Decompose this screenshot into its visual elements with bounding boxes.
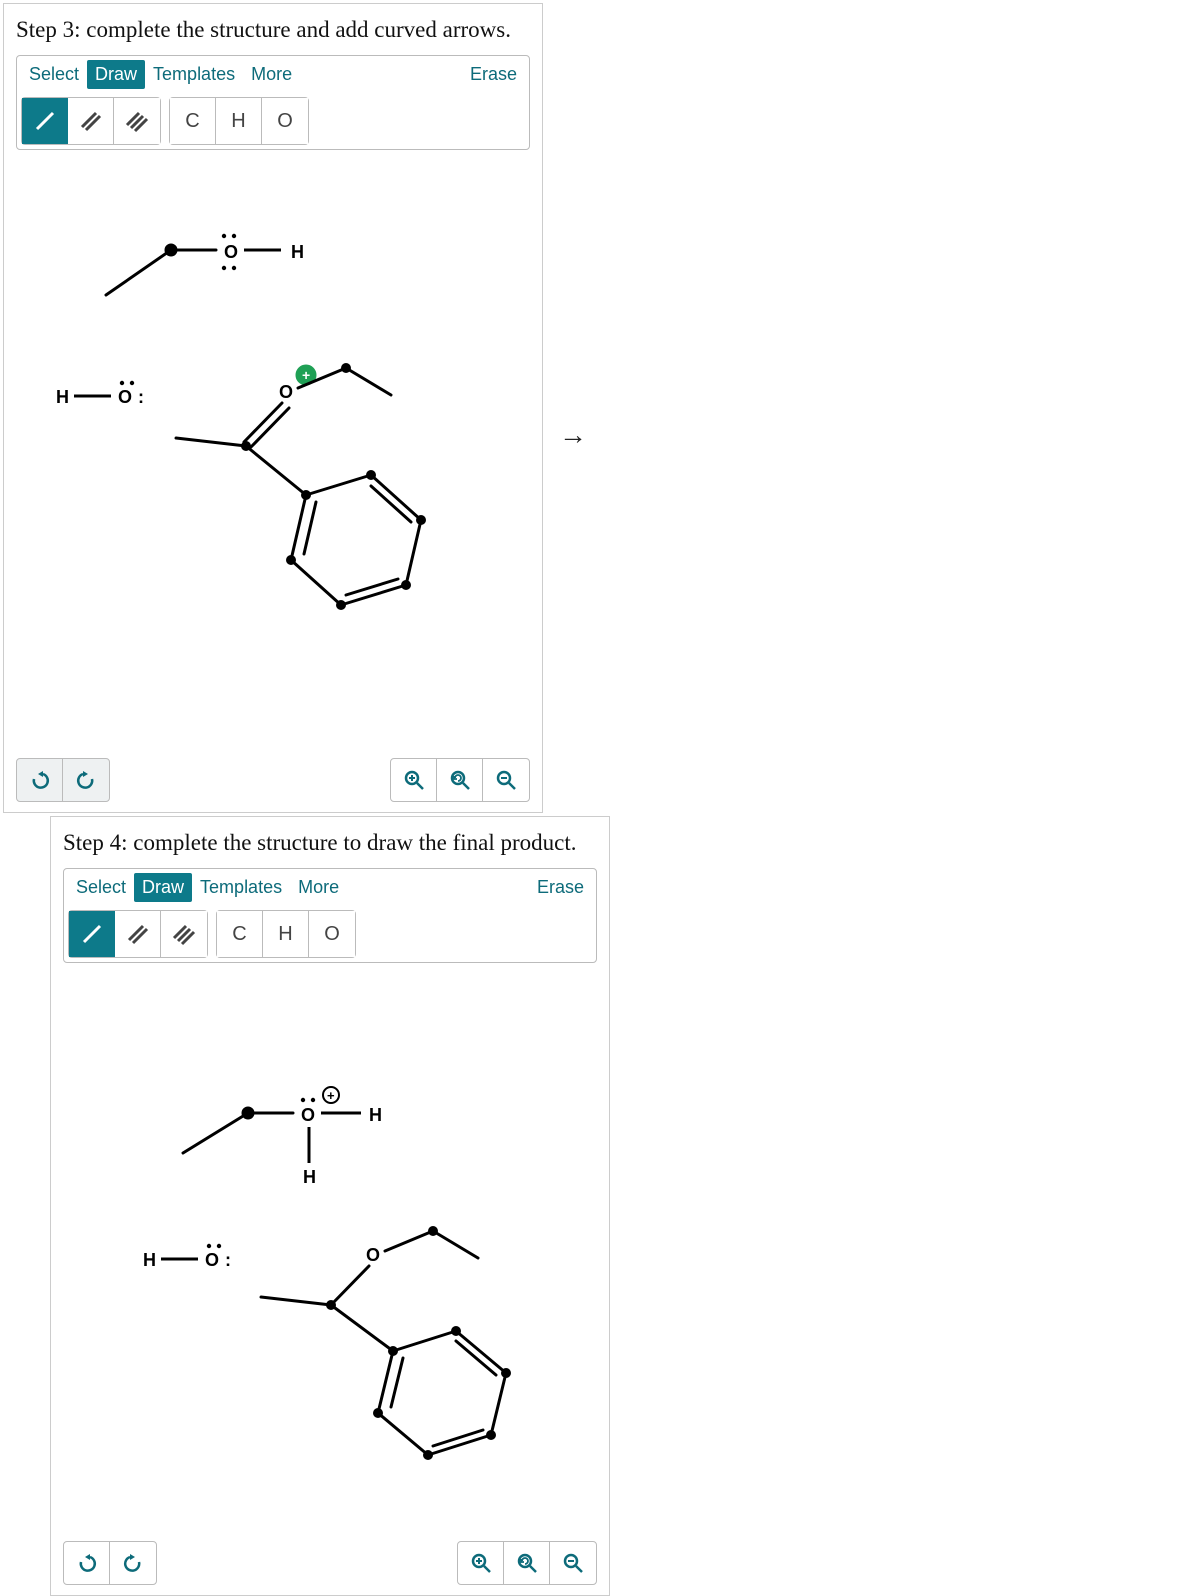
zoom-out-icon (495, 769, 517, 791)
bond-tools (68, 910, 208, 958)
oxygen-tool[interactable]: O (262, 98, 308, 144)
tab-draw[interactable]: Draw (87, 60, 145, 89)
svg-text:H: H (291, 242, 304, 262)
history-tools (63, 1541, 157, 1585)
double-bond-tool[interactable] (68, 98, 114, 144)
undo-button[interactable] (17, 759, 63, 801)
triple-bond-tool[interactable] (161, 911, 207, 957)
canvas-bottom-bar (16, 758, 530, 802)
hydrogen-tool[interactable]: H (216, 98, 262, 144)
zoom-tools (457, 1541, 597, 1585)
zoom-in-button[interactable] (458, 1542, 504, 1584)
tab-templates[interactable]: Templates (145, 60, 243, 89)
zoom-out-button[interactable] (483, 759, 529, 801)
history-tools (16, 758, 110, 802)
single-bond-icon (33, 109, 57, 133)
panel-step-4: Step 4: complete the structure to draw t… (50, 816, 610, 1596)
atom-tools: C H O (169, 97, 309, 145)
svg-text:H: H (369, 1105, 382, 1125)
instruction-step-4: Step 4: complete the structure to draw t… (63, 827, 597, 858)
zoom-in-icon (403, 769, 425, 791)
redo-icon (122, 1552, 144, 1574)
drawing-toolbar: Select Draw Templates More Erase C H (16, 55, 530, 150)
double-bond-icon (126, 922, 150, 946)
double-bond-icon (79, 109, 103, 133)
tab-select[interactable]: Select (21, 60, 87, 89)
drawing-toolbar: Select Draw Templates More Erase C H (63, 868, 597, 963)
svg-text:+: + (302, 367, 310, 383)
double-bond-tool[interactable] (115, 911, 161, 957)
single-bond-tool[interactable] (22, 98, 68, 144)
tab-templates[interactable]: Templates (192, 873, 290, 902)
svg-text::: : (138, 387, 144, 407)
svg-text:H: H (303, 1167, 316, 1187)
zoom-in-button[interactable] (391, 759, 437, 801)
undo-button[interactable] (64, 1542, 110, 1584)
undo-icon (29, 769, 51, 791)
canvas-bottom-bar (63, 1541, 597, 1585)
drawing-canvas[interactable]: O H H O : O + (16, 150, 530, 758)
zoom-tools (390, 758, 530, 802)
svg-text:O: O (366, 1245, 380, 1265)
zoom-out-icon (562, 1552, 584, 1574)
panel-step-3: Step 3: complete the structure and add c… (3, 3, 543, 813)
hydrogen-tool[interactable]: H (263, 911, 309, 957)
erase-button[interactable]: Erase (529, 873, 592, 902)
svg-text:H: H (143, 1250, 156, 1270)
redo-button[interactable] (63, 759, 109, 801)
triple-bond-icon (172, 922, 196, 946)
molecule-step-4: O + H H H O : O (63, 963, 603, 1463)
single-bond-icon (80, 922, 104, 946)
zoom-reset-button[interactable] (437, 759, 483, 801)
zoom-reset-icon (449, 769, 471, 791)
svg-text:+: + (327, 1088, 335, 1103)
bond-tools (21, 97, 161, 145)
tab-more[interactable]: More (290, 873, 347, 902)
svg-text:O: O (118, 387, 132, 407)
svg-text:H: H (56, 387, 69, 407)
single-bond-tool[interactable] (69, 911, 115, 957)
triple-bond-tool[interactable] (114, 98, 160, 144)
svg-text:O: O (301, 1105, 315, 1125)
redo-button[interactable] (110, 1542, 156, 1584)
instruction-step-3: Step 3: complete the structure and add c… (16, 14, 530, 45)
reaction-arrow: → (548, 420, 598, 452)
molecule-step-3: O H H O : O + (16, 150, 536, 650)
zoom-reset-icon (516, 1552, 538, 1574)
atom-tools: C H O (216, 910, 356, 958)
oxygen-tool[interactable]: O (309, 911, 355, 957)
tab-more[interactable]: More (243, 60, 300, 89)
zoom-reset-button[interactable] (504, 1542, 550, 1584)
svg-text:O: O (279, 382, 293, 402)
redo-icon (75, 769, 97, 791)
tab-select[interactable]: Select (68, 873, 134, 902)
carbon-tool[interactable]: C (217, 911, 263, 957)
erase-button[interactable]: Erase (462, 60, 525, 89)
triple-bond-icon (125, 109, 149, 133)
svg-text:O: O (205, 1250, 219, 1270)
drawing-canvas[interactable]: O + H H H O : O (63, 963, 597, 1541)
svg-text:O: O (224, 242, 238, 262)
carbon-tool[interactable]: C (170, 98, 216, 144)
svg-text::: : (225, 1250, 231, 1270)
tab-draw[interactable]: Draw (134, 873, 192, 902)
zoom-out-button[interactable] (550, 1542, 596, 1584)
zoom-in-icon (470, 1552, 492, 1574)
undo-icon (76, 1552, 98, 1574)
